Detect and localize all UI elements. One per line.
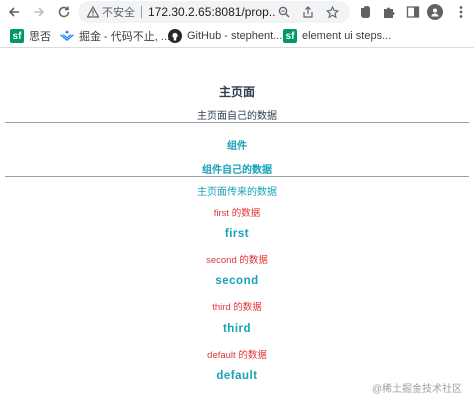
star-icon[interactable]: [324, 4, 340, 20]
passed-data-title: 主页面传来的数据: [197, 187, 277, 198]
side-panel-icon[interactable]: [404, 3, 422, 21]
url-separator: [141, 6, 142, 18]
security-label: 不安全: [102, 7, 135, 19]
third-data-label: third 的数据: [212, 302, 262, 313]
github-icon: [168, 29, 182, 43]
segmentfault-icon: sf: [10, 29, 24, 43]
main-page-data: 主页面自己的数据: [197, 111, 277, 122]
component-data: 组件自己的数据: [202, 165, 272, 176]
warning-icon[interactable]: [86, 6, 99, 19]
bookmark-label: 掘金 - 代码不止, ...: [79, 31, 171, 43]
zoom-icon[interactable]: [276, 4, 292, 20]
watermark: @稀土掘金技术社区: [371, 384, 462, 395]
browser-toolbar: 不安全 172.30.2.65:8081/prop...: [0, 0, 474, 24]
component-title: 组件: [227, 141, 247, 152]
bookmark-label: GitHub - stephent...: [187, 30, 283, 42]
first-value: first: [224, 228, 250, 240]
bookmarks-bar: sf 思否 掘金 - 代码不止, ... GitHub - stephent..…: [0, 24, 474, 48]
bookmark-label: 思否: [29, 31, 51, 43]
divider: [5, 176, 469, 177]
bookmark-element-ui[interactable]: sf element ui steps...: [283, 27, 391, 45]
address-bar[interactable]: 不安全 172.30.2.65:8081/prop...: [78, 1, 350, 23]
share-icon[interactable]: [300, 4, 316, 20]
extensions-puzzle-icon[interactable]: [380, 3, 398, 21]
bookmark-juejin[interactable]: 掘金 - 代码不止, ...: [60, 27, 170, 45]
more-menu-icon[interactable]: [452, 3, 470, 21]
third-value: third: [222, 323, 252, 335]
url-text[interactable]: 172.30.2.65:8081/prop...: [148, 5, 276, 19]
bookmark-github[interactable]: GitHub - stephent...: [168, 27, 282, 45]
segmentfault-icon: sf: [283, 29, 297, 43]
juejin-icon: [60, 29, 74, 43]
second-data-label: second 的数据: [206, 255, 268, 266]
back-arrow-icon[interactable]: [4, 2, 24, 22]
bookmark-sifou[interactable]: sf 思否: [10, 27, 51, 45]
second-value: second: [215, 275, 259, 287]
divider: [5, 122, 469, 123]
profile-avatar-icon[interactable]: [426, 3, 444, 21]
default-data-label: default 的数据: [207, 350, 267, 361]
page-content: 主页面 主页面自己的数据 组件 组件自己的数据 主页面传来的数据 first 的…: [0, 48, 474, 404]
avatar[interactable]: [427, 4, 443, 20]
first-data-label: first 的数据: [213, 208, 261, 219]
page-title: 主页面: [218, 85, 255, 99]
reload-icon[interactable]: [54, 2, 74, 22]
forward-arrow-icon[interactable]: [29, 2, 49, 22]
bookmark-label: element ui steps...: [302, 30, 392, 42]
evernote-extension-icon[interactable]: [356, 3, 374, 21]
